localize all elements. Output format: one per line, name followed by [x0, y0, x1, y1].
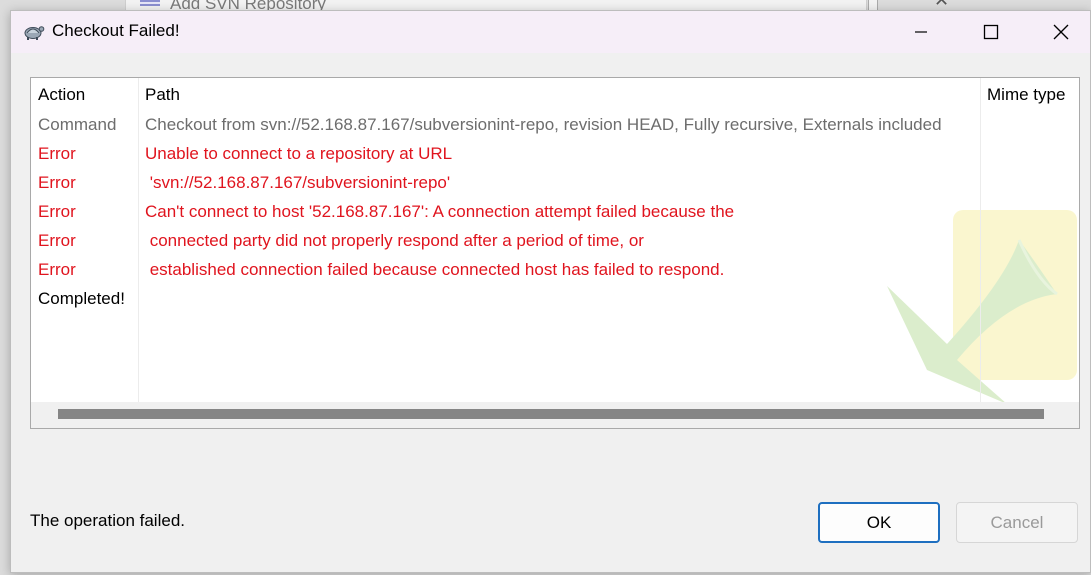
log-action: Error	[38, 260, 76, 279]
log-row[interactable]: Error Unable to connect to a repository …	[31, 139, 1079, 168]
minimize-button[interactable]	[886, 11, 956, 53]
log-row[interactable]: Error 'svn://52.168.87.167/subversionint…	[31, 168, 1079, 197]
tortoise-icon	[24, 26, 45, 40]
log-path: Can't connect to host '52.168.87.167': A…	[145, 202, 735, 221]
log-path: established connection failed because co…	[145, 260, 725, 279]
ok-button[interactable]: OK	[818, 502, 940, 543]
checkout-failed-dialog: Checkout Failed! Action Path Mime type C…	[10, 10, 1091, 573]
log-path: Unable to connect to a repository at URL	[145, 144, 453, 163]
log-row[interactable]: Command Checkout from svn://52.168.87.16…	[31, 110, 1079, 139]
log-row[interactable]: Error Can't connect to host '52.168.87.1…	[31, 197, 1079, 226]
dialog-title: Checkout Failed!	[52, 21, 180, 40]
log-action: Error	[38, 202, 76, 221]
status-message: The operation failed.	[30, 511, 185, 530]
minimize-icon	[915, 31, 927, 33]
close-button[interactable]	[1026, 11, 1091, 53]
log-row[interactable]: Error connected party did not properly r…	[31, 226, 1079, 255]
column-header-mime-type[interactable]: Mime type	[987, 80, 1065, 109]
horizontal-scrollbar[interactable]	[31, 402, 1079, 428]
scrollbar-thumb[interactable]	[58, 409, 1044, 419]
log-action: Command	[38, 115, 117, 134]
log-action: Completed!	[38, 289, 125, 308]
log-path: Checkout from svn://52.168.87.167/subver…	[145, 115, 942, 134]
log-path: 'svn://52.168.87.167/subversionint-repo'	[145, 173, 451, 192]
close-icon	[1053, 24, 1069, 40]
column-header-action[interactable]: Action	[38, 80, 85, 109]
log-list[interactable]: Action Path Mime type Command Checkout f…	[30, 77, 1080, 429]
column-header-path[interactable]: Path	[145, 80, 180, 109]
maximize-button[interactable]	[956, 11, 1026, 53]
header-row: Action Path Mime type	[31, 80, 1079, 109]
log-path: connected party did not properly respond…	[145, 231, 644, 250]
cancel-button[interactable]: Cancel	[956, 502, 1078, 543]
log-row[interactable]: Completed!	[31, 284, 1079, 313]
log-action: Error	[38, 231, 76, 250]
maximize-icon	[983, 24, 999, 40]
log-row[interactable]: Error established connection failed beca…	[31, 255, 1079, 284]
log-action: Error	[38, 144, 76, 163]
log-action: Error	[38, 173, 76, 192]
title-bar[interactable]: Checkout Failed!	[11, 11, 1090, 53]
repository-icon	[140, 0, 160, 6]
